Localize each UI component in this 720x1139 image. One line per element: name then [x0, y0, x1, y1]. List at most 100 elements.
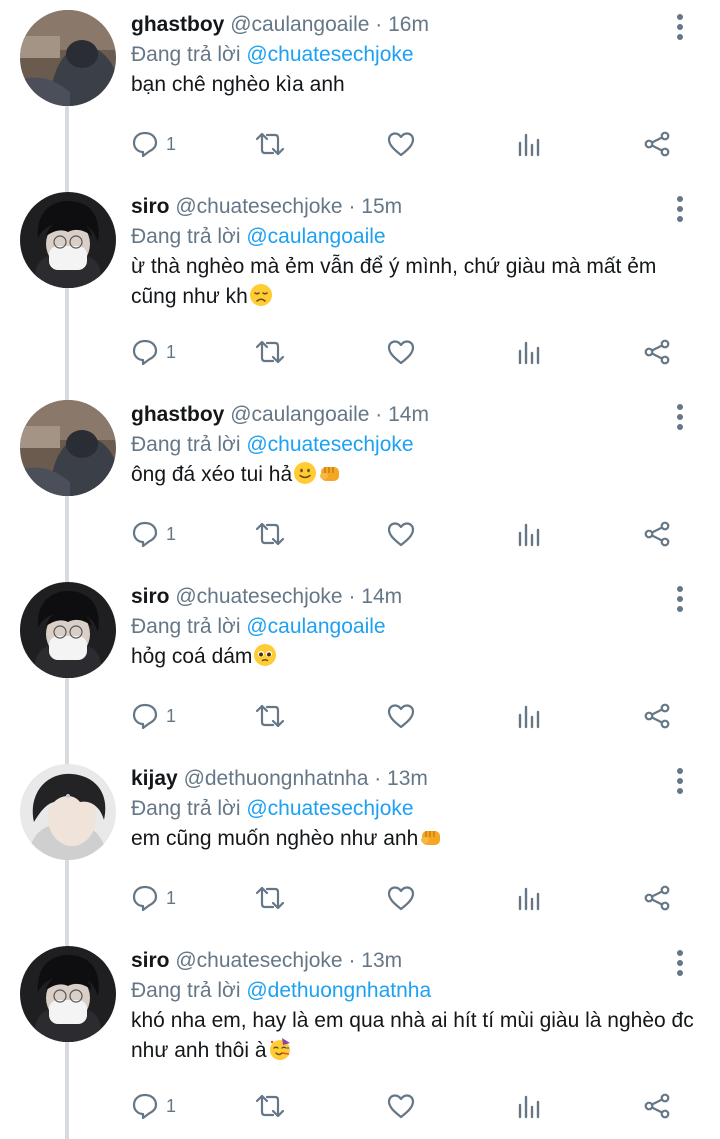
tweet-header: siro @chuatesechjoke · 15m [131, 192, 402, 222]
display-name[interactable]: siro [131, 949, 170, 972]
more-options-icon[interactable] [668, 402, 692, 432]
more-options-icon[interactable] [668, 584, 692, 614]
analytics-button[interactable] [514, 335, 544, 369]
avatar[interactable] [20, 582, 116, 678]
tweet[interactable]: siro @chuatesechjoke · 14m Đang trả lời … [0, 572, 720, 754]
retweet-icon [255, 522, 285, 546]
reply-to-handle[interactable]: @dethuongnhatnha [246, 979, 431, 1002]
tweet-text: ông đá xéo tui hả [131, 460, 701, 490]
user-handle[interactable]: @caulangoaile [230, 13, 369, 36]
timestamp[interactable]: · 16m [375, 13, 429, 36]
like-button[interactable] [386, 335, 416, 369]
avatar[interactable] [20, 946, 116, 1042]
reply-to-handle[interactable]: @chuatesechjoke [246, 433, 413, 456]
tweet[interactable]: ghastboy @caulangoaile · 16m Đang trả lờ… [0, 0, 720, 182]
display-name[interactable]: siro [131, 585, 170, 608]
replying-to: Đang trả lời @caulangoaile [131, 222, 386, 252]
replying-to: Đang trả lời @chuatesechjoke [131, 40, 414, 70]
avatar[interactable] [20, 764, 116, 860]
tweet-text-content: ông đá xéo tui hả [131, 463, 293, 486]
siro-avatar-image [20, 946, 116, 1042]
share-icon [644, 703, 670, 729]
user-handle[interactable]: @caulangoaile [230, 403, 369, 426]
reply-count: 1 [166, 523, 177, 544]
tweet[interactable]: kijay @dethuongnhatnha · 13m Đang trả lờ… [0, 754, 720, 936]
analytics-button[interactable] [514, 127, 544, 161]
heart-icon [387, 704, 415, 729]
reply-button[interactable]: 1 [130, 127, 176, 161]
tweet[interactable]: ghastboy @caulangoaile · 14m Đang trả lờ… [0, 390, 720, 572]
like-button[interactable] [386, 517, 416, 551]
display-name[interactable]: siro [131, 195, 170, 218]
more-options-icon[interactable] [668, 194, 692, 224]
tweet-text: khó nha em, hay là em qua nhà ai hít tí … [131, 1006, 701, 1066]
timestamp[interactable]: · 13m [374, 767, 428, 790]
reply-prefix: Đang trả lời [131, 615, 241, 638]
timestamp[interactable]: · 15m [348, 195, 402, 218]
avatar[interactable] [20, 10, 116, 106]
more-options-icon[interactable] [668, 948, 692, 978]
action-bar: 1 [130, 881, 690, 915]
reply-button[interactable]: 1 [130, 1089, 176, 1123]
user-handle[interactable]: @dethuongnhatnha [184, 767, 369, 790]
like-button[interactable] [386, 699, 416, 733]
disappointed-face-emoji [249, 283, 273, 307]
analytics-button[interactable] [514, 1089, 544, 1123]
reply-to-handle[interactable]: @caulangoaile [246, 225, 385, 248]
more-options-icon[interactable] [668, 766, 692, 796]
share-button[interactable] [642, 517, 672, 551]
share-button[interactable] [642, 1089, 672, 1123]
retweet-icon [255, 340, 285, 364]
user-handle[interactable]: @chuatesechjoke [175, 585, 342, 608]
reply-button[interactable]: 1 [130, 335, 176, 369]
reply-to-handle[interactable]: @caulangoaile [246, 615, 385, 638]
reply-to-handle[interactable]: @chuatesechjoke [246, 43, 413, 66]
user-handle[interactable]: @chuatesechjoke [175, 949, 342, 972]
fist-bump-emoji [318, 461, 342, 485]
display-name[interactable]: kijay [131, 767, 178, 790]
share-icon [644, 885, 670, 911]
display-name[interactable]: ghastboy [131, 13, 224, 36]
tweet[interactable]: siro @chuatesechjoke · 13m Đang trả lời … [0, 936, 720, 1139]
tweet-text-content: hỏg coá dám [131, 645, 253, 668]
heart-icon [387, 1094, 415, 1119]
retweet-button[interactable] [254, 1089, 286, 1123]
share-icon [644, 131, 670, 157]
share-button[interactable] [642, 699, 672, 733]
analytics-button[interactable] [514, 881, 544, 915]
reply-to-handle[interactable]: @chuatesechjoke [246, 797, 413, 820]
analytics-button[interactable] [514, 699, 544, 733]
share-button[interactable] [642, 127, 672, 161]
like-button[interactable] [386, 1089, 416, 1123]
reply-button[interactable]: 1 [130, 699, 176, 733]
reply-button[interactable]: 1 [130, 881, 176, 915]
display-name[interactable]: ghastboy [131, 403, 224, 426]
tweet-header: ghastboy @caulangoaile · 16m [131, 10, 429, 40]
timestamp[interactable]: · 14m [375, 403, 429, 426]
retweet-button[interactable] [254, 699, 286, 733]
retweet-button[interactable] [254, 335, 286, 369]
retweet-button[interactable] [254, 881, 286, 915]
like-button[interactable] [386, 881, 416, 915]
fist-bump-emoji [419, 825, 443, 849]
tweet-text: em cũng muốn nghèo như anh [131, 824, 701, 854]
share-button[interactable] [642, 335, 672, 369]
retweet-button[interactable] [254, 127, 286, 161]
replying-to: Đang trả lời @dethuongnhatnha [131, 976, 431, 1006]
reply-count: 1 [166, 705, 177, 726]
avatar[interactable] [20, 192, 116, 288]
like-button[interactable] [386, 127, 416, 161]
reply-icon [132, 131, 158, 158]
timestamp[interactable]: · 13m [348, 949, 402, 972]
action-bar: 1 [130, 335, 690, 369]
timestamp[interactable]: · 14m [348, 585, 402, 608]
share-button[interactable] [642, 881, 672, 915]
user-handle[interactable]: @chuatesechjoke [175, 195, 342, 218]
analytics-button[interactable] [514, 517, 544, 551]
reply-button[interactable]: 1 [130, 517, 176, 551]
avatar[interactable] [20, 400, 116, 496]
tweet[interactable]: siro @chuatesechjoke · 15m Đang trả lời … [0, 182, 720, 390]
reply-prefix: Đang trả lời [131, 43, 241, 66]
retweet-button[interactable] [254, 517, 286, 551]
more-options-icon[interactable] [668, 12, 692, 42]
